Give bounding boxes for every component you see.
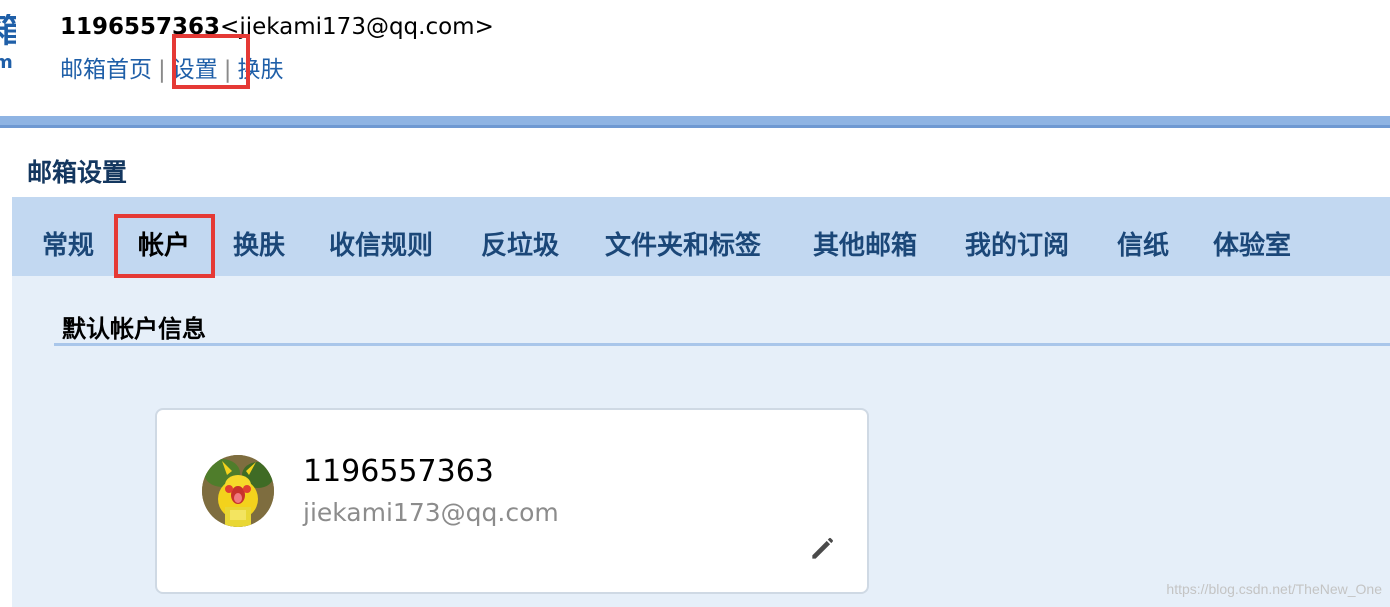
user-info: 1196557363<jiekami173@qq.com> <box>60 14 494 40</box>
watermark: https://blog.csdn.net/TheNew_One <box>1166 581 1382 597</box>
tab-skin[interactable]: 换肤 <box>233 225 285 262</box>
tab-mail-rules[interactable]: 收信规则 <box>329 225 433 262</box>
logo-char: 箱 <box>0 14 16 48</box>
avatar-image <box>202 455 274 527</box>
default-account-section-title: 默认帐户信息 <box>62 315 206 343</box>
account-name: 1196557363 <box>303 454 494 489</box>
tab-general[interactable]: 常规 <box>42 225 94 262</box>
account-email: jiekami173@qq.com <box>303 498 559 527</box>
settings-tab-bar: 常规 帐户 换肤 收信规则 反垃圾 文件夹和标签 其他邮箱 我的订阅 信纸 体验… <box>12 197 1390 276</box>
pencil-icon <box>812 537 833 559</box>
page: 箱 m 1196557363<jiekami173@qq.com> 邮箱首页|设… <box>0 0 1390 607</box>
link-separator: | <box>158 57 166 83</box>
tab-anti-spam[interactable]: 反垃圾 <box>481 225 559 262</box>
mail-home-link[interactable]: 邮箱首页 <box>60 57 152 83</box>
tab-subscriptions[interactable]: 我的订阅 <box>965 225 1069 262</box>
highlight-settings-link <box>172 34 250 89</box>
mail-logo[interactable]: 箱 m <box>0 14 16 72</box>
tab-other-mailboxes[interactable]: 其他邮箱 <box>813 225 917 262</box>
highlight-account-tab <box>114 214 215 278</box>
account-card: 1196557363 jiekami173@qq.com <box>155 408 869 594</box>
logo-sub: m <box>0 52 13 72</box>
edit-account-button[interactable] <box>807 532 839 564</box>
tab-folders-labels[interactable]: 文件夹和标签 <box>605 225 761 262</box>
header-divider-bar <box>0 116 1390 128</box>
tab-lab[interactable]: 体验室 <box>1213 225 1291 262</box>
tab-stationery[interactable]: 信纸 <box>1117 225 1169 262</box>
section-divider <box>54 343 1390 346</box>
user-email: <jiekami173@qq.com> <box>220 14 494 40</box>
settings-page-title: 邮箱设置 <box>27 158 128 187</box>
avatar[interactable] <box>202 455 274 527</box>
